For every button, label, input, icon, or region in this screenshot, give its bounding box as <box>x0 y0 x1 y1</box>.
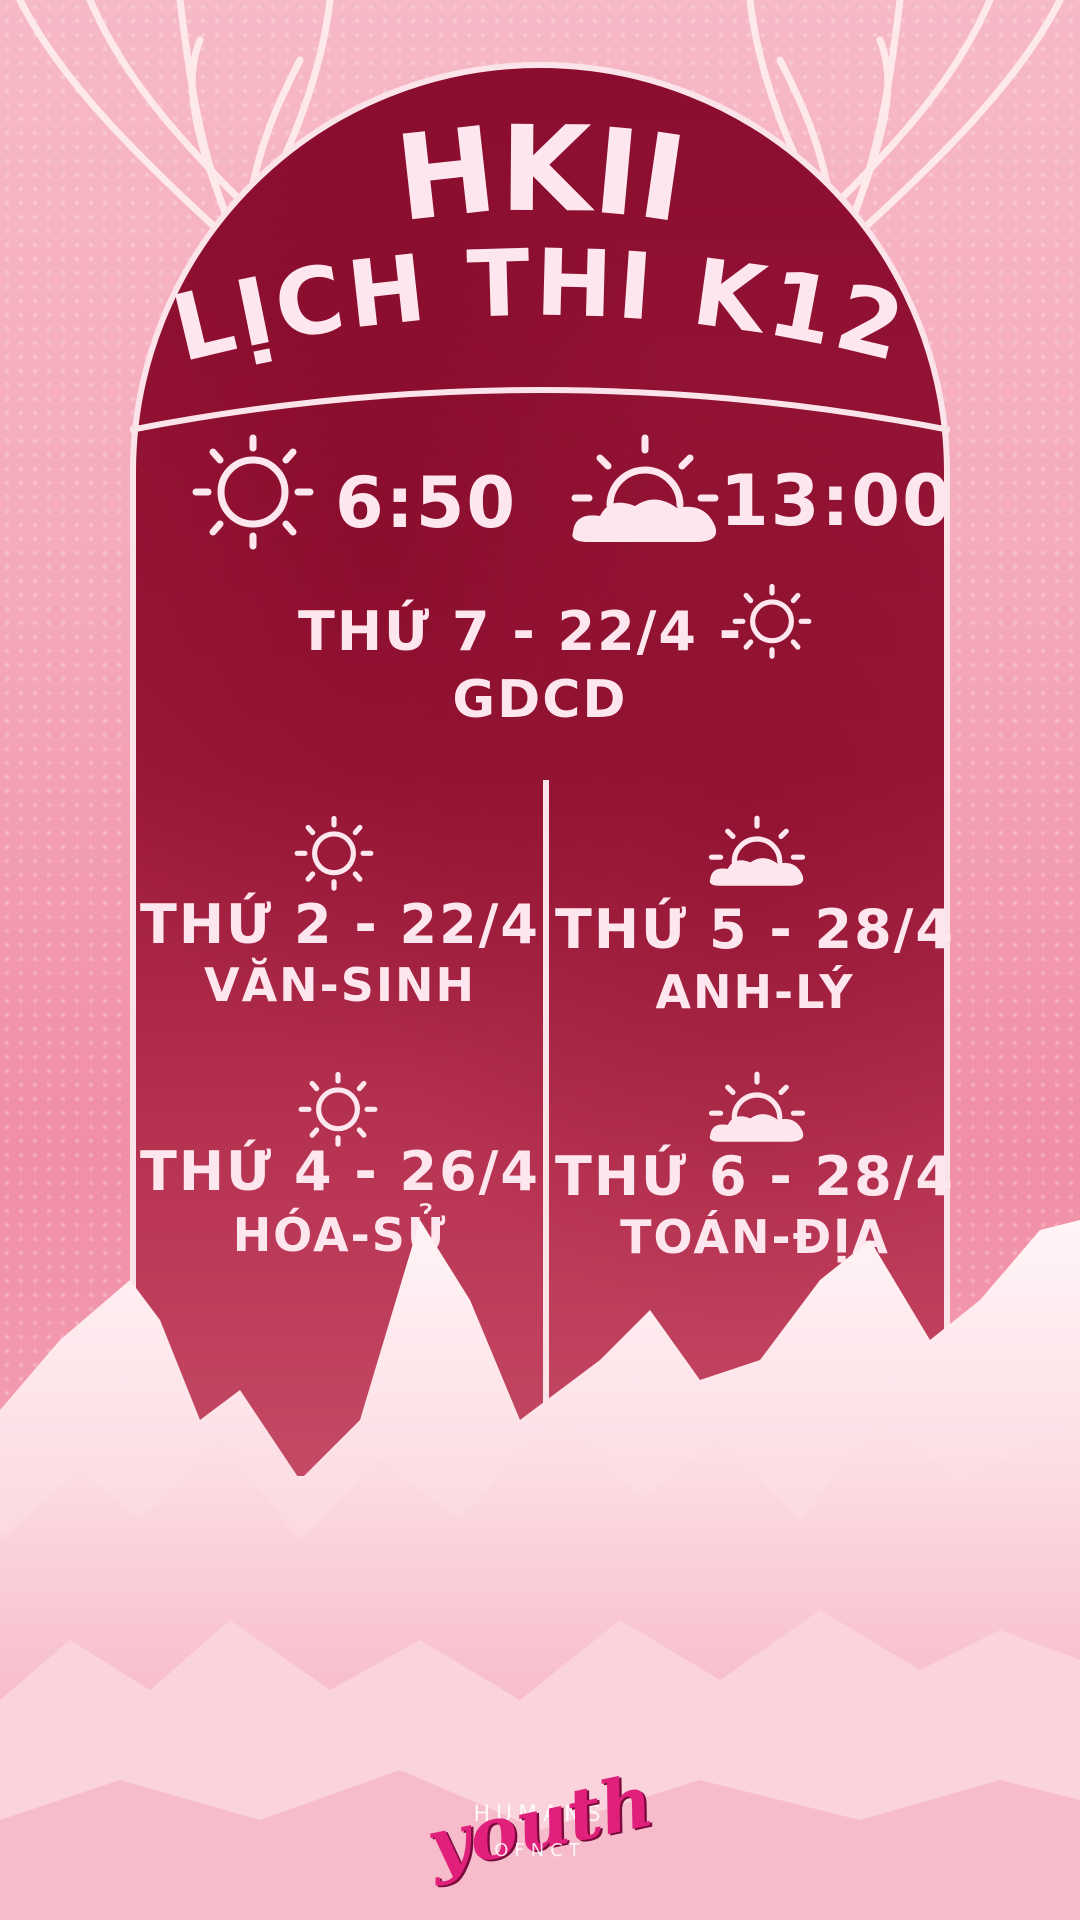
morning-time: 6:50 <box>335 462 518 544</box>
exam-subject-sat: GDCD <box>452 670 628 730</box>
sun-cloud-icon <box>708 1071 806 1142</box>
exam-date-fri: THỨ 6 - 28/4 <box>555 1145 955 1208</box>
sun-icon <box>732 583 812 659</box>
exam-subject-mon: VĂN-SINH <box>203 958 477 1012</box>
sun-icon <box>298 1071 378 1147</box>
sun-cloud-icon <box>708 815 806 886</box>
exam-subject-thu: ANH-LÝ <box>655 965 855 1019</box>
sun-icon <box>192 434 314 550</box>
title-line2: LỊCH THI K12 <box>163 229 913 383</box>
svg-text:LỊCH THI K12: LỊCH THI K12 <box>163 229 917 383</box>
logo-bottom-text: OFNCT <box>494 1840 586 1861</box>
exam-date-thu: THỨ 5 - 28/4 <box>555 898 955 961</box>
afternoon-time: 13:00 <box>720 460 953 542</box>
exam-date-mon: THỨ 2 - 22/4 <box>140 893 540 956</box>
sun-cloud-icon <box>571 434 719 542</box>
sun-icon <box>294 815 374 891</box>
exam-date-wed: THỨ 4 - 26/4 <box>140 1140 540 1203</box>
exam-date-sat: THỨ 7 - 22/4 - <box>298 600 744 663</box>
title-block: HKII LỊCH THI K12 <box>163 120 917 383</box>
brand-logo: HUMANS youth OFNCT <box>420 1757 661 1888</box>
